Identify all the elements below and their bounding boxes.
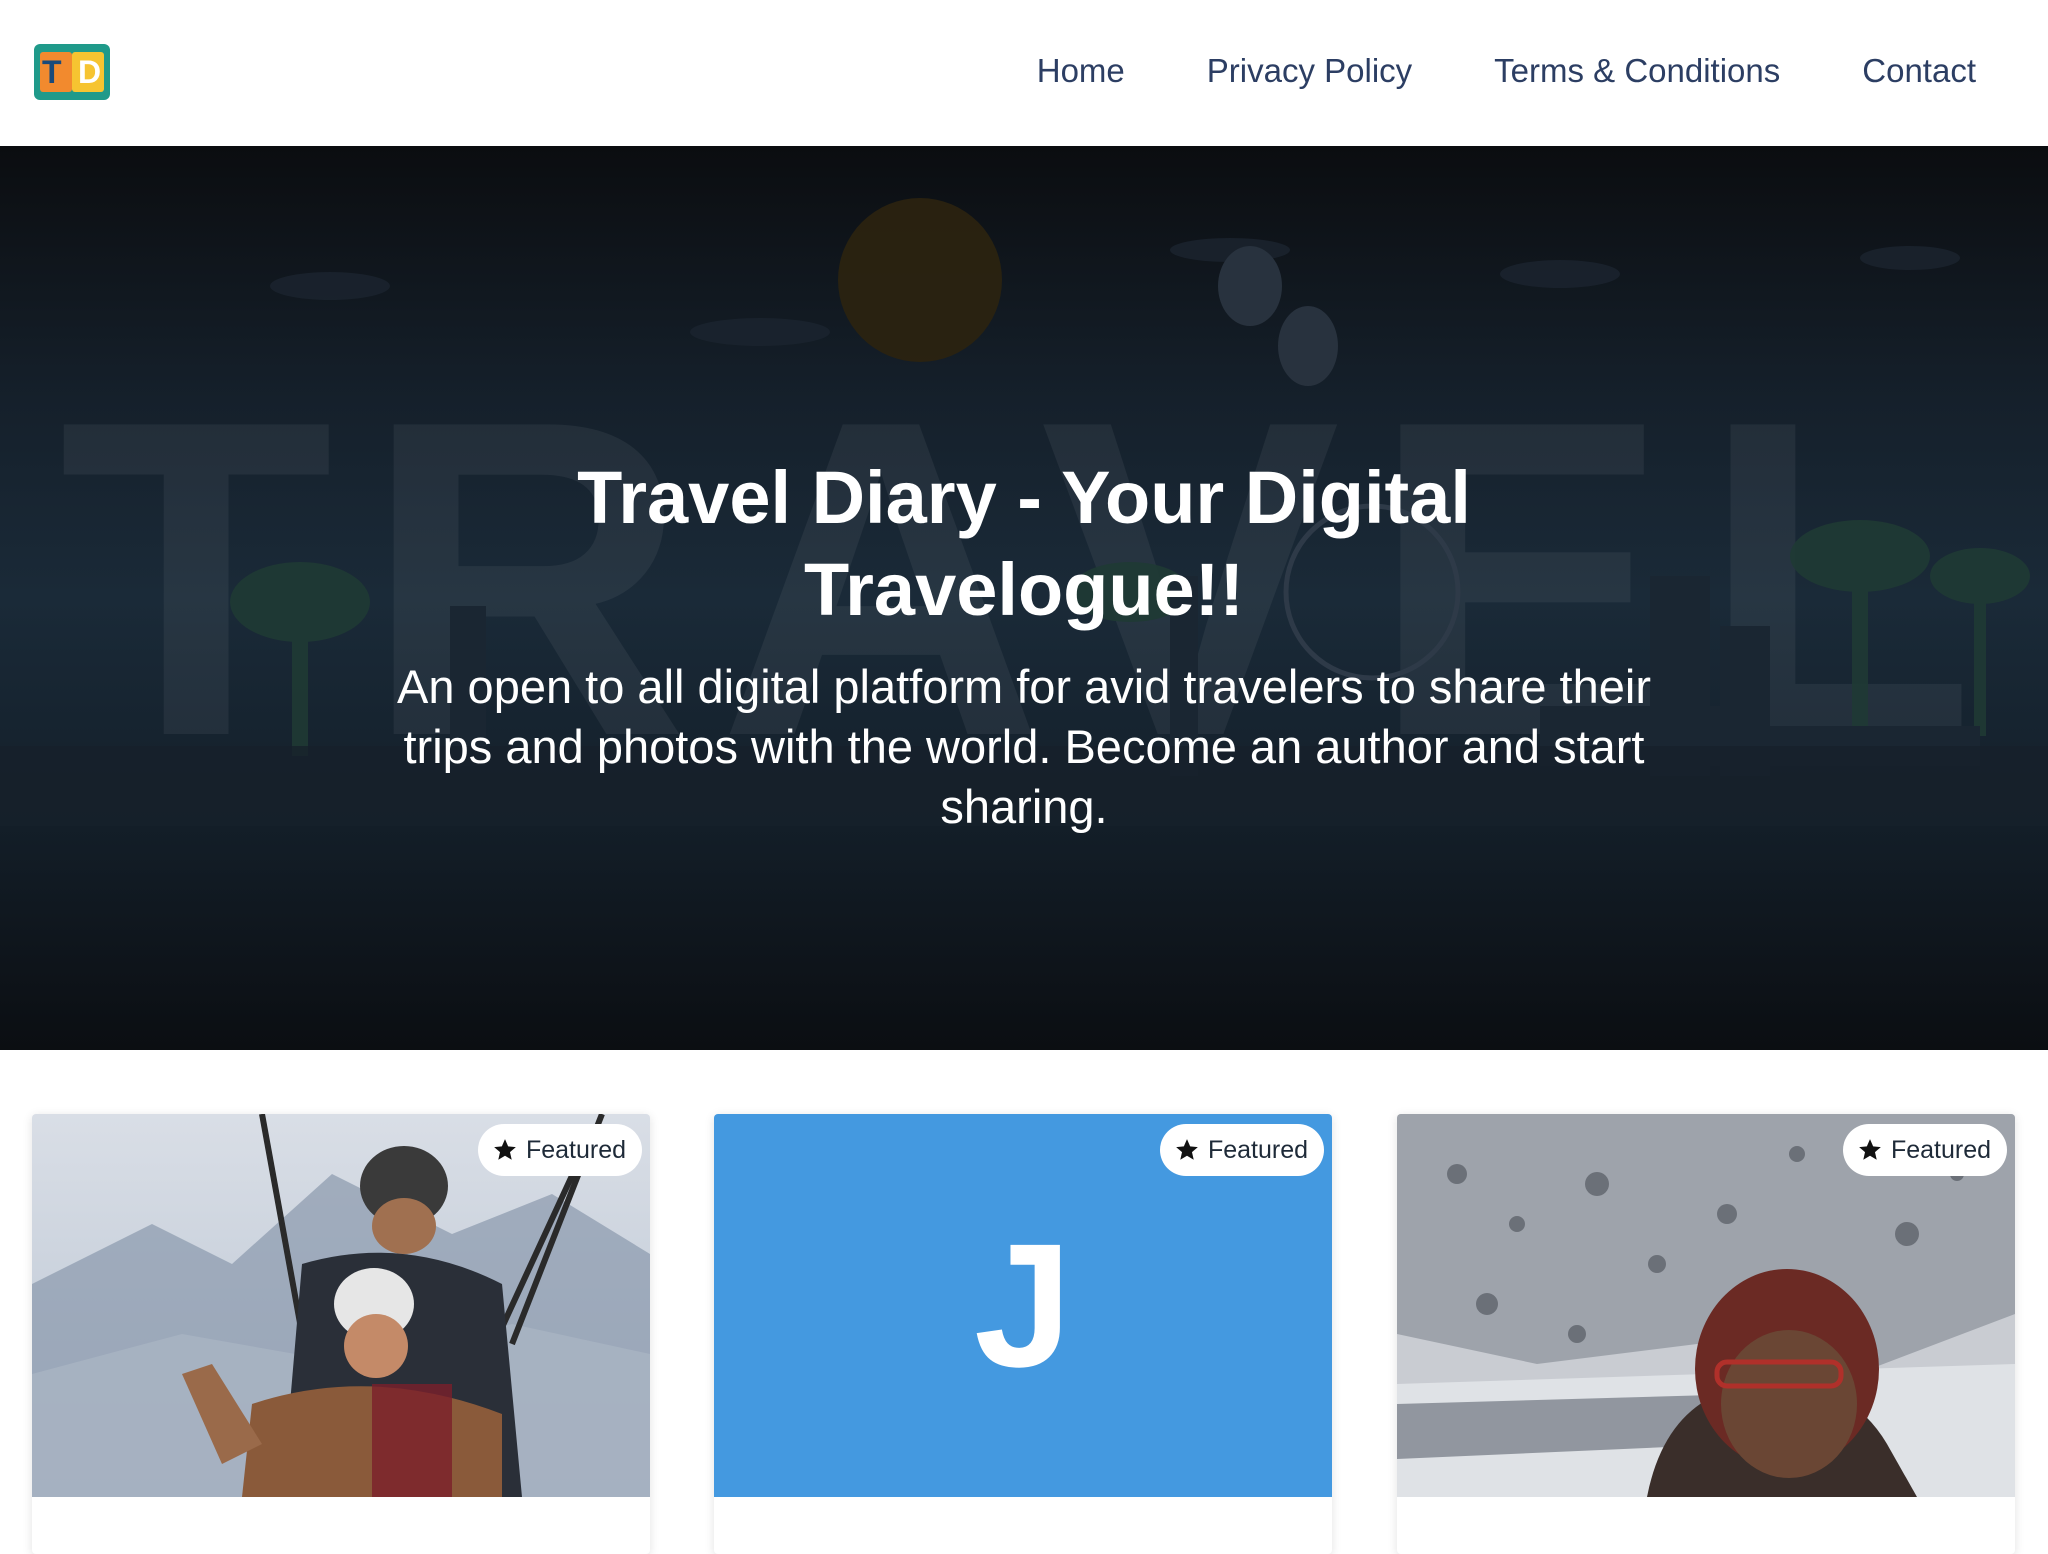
site-header: T D Home Privacy Policy Terms & Conditio…: [0, 0, 2048, 146]
logo-letter-t: T: [42, 54, 62, 90]
featured-badge-label: Featured: [1207, 1135, 1308, 1164]
star-icon: [494, 1139, 516, 1160]
featured-badge: Featured: [477, 1124, 642, 1176]
star-icon: [1176, 1139, 1198, 1160]
hero-banner: TRAVEL Travel Diary - Your Digital Trave…: [0, 146, 2048, 1050]
featured-post-card-2[interactable]: J Featured: [714, 1114, 1332, 1554]
site-logo[interactable]: T D: [34, 44, 110, 100]
card-image-paragliding[interactable]: Featured: [32, 1114, 650, 1497]
featured-post-card-1[interactable]: Featured: [32, 1114, 650, 1554]
nav-home[interactable]: Home: [1037, 48, 1125, 94]
logo-letter-d: D: [78, 54, 102, 90]
featured-badge: Featured: [1159, 1124, 1324, 1176]
nav-contact[interactable]: Contact: [1862, 48, 1976, 94]
hero-title: Travel Diary - Your Digital Travelogue!!: [577, 455, 1471, 631]
card-image-snow-mountain[interactable]: Featured: [1397, 1114, 2015, 1497]
card-image-initial[interactable]: J Featured: [714, 1114, 1332, 1497]
hero-subtitle: An open to all digital platform for avid…: [397, 660, 1651, 833]
main-nav: Home Privacy Policy Terms & Conditions C…: [1037, 48, 1976, 94]
nav-terms-conditions[interactable]: Terms & Conditions: [1494, 48, 1780, 94]
nav-privacy-policy[interactable]: Privacy Policy: [1207, 48, 1412, 94]
featured-badge: Featured: [1842, 1124, 2007, 1176]
star-icon: [1859, 1139, 1881, 1160]
featured-badge-label: Featured: [525, 1135, 626, 1164]
featured-post-card-3[interactable]: Featured: [1397, 1114, 2015, 1554]
featured-badge-label: Featured: [1890, 1135, 1991, 1164]
